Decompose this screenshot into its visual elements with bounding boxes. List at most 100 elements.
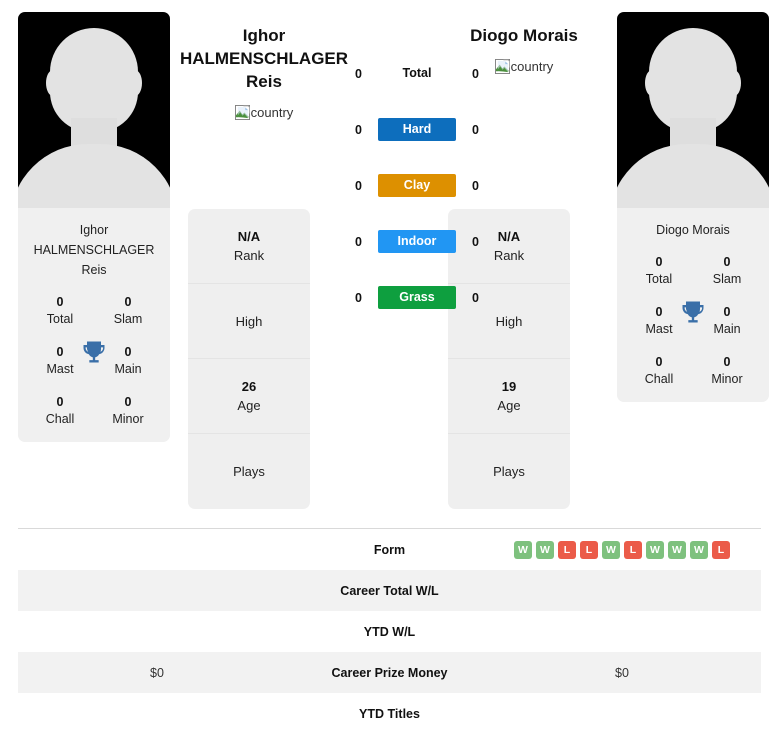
player-card-body-left: Ighor HALMENSCHLAGER Reis 0 Total 0 Slam… <box>18 208 170 442</box>
surface-right-value: 0 <box>472 235 479 249</box>
form-badge-list: WWLLWLWWWL <box>483 540 761 559</box>
row-left-value: $0 <box>150 665 164 680</box>
title-value: 0 <box>124 345 132 359</box>
titles-row: 0 Chall 0 Minor <box>623 354 763 388</box>
form-badge-loss: L <box>624 540 642 559</box>
trophy-icon <box>80 338 108 366</box>
title-stat-total: 0 Total <box>32 294 88 328</box>
stat-label: Rank <box>493 247 525 263</box>
titles-row: 0 Total 0 Slam <box>24 294 164 328</box>
form-badge-win: W <box>536 540 554 559</box>
title-stat-total: 0 Total <box>631 254 687 288</box>
player-comparison-page: Ighor HALMENSCHLAGER Reis 0 Total 0 Slam… <box>0 0 779 739</box>
form-badge-loss: L <box>712 540 730 559</box>
stat-label: Age <box>497 397 521 413</box>
surface-badge-indoor[interactable]: Indoor <box>378 230 456 253</box>
silhouette-head-icon <box>50 28 138 132</box>
title-label: Total <box>46 312 74 326</box>
title-value: 0 <box>56 295 64 309</box>
row-right-value: $0 <box>615 665 629 680</box>
surface-row-indoor: 0 Indoor 0 <box>349 230 485 286</box>
player-card-left[interactable]: Ighor HALMENSCHLAGER Reis 0 Total 0 Slam… <box>18 12 170 442</box>
title-label: Slam <box>113 312 143 326</box>
title-value: 0 <box>723 255 731 269</box>
broken-image-icon <box>234 105 250 120</box>
title-label: Chall <box>45 412 75 426</box>
table-row-ytd-titles: YTD Titles <box>18 693 761 734</box>
surface-badge-grass[interactable]: Grass <box>378 286 456 309</box>
row-label: Career Prize Money <box>331 665 448 680</box>
player-card-name-line: Diogo Morais <box>656 223 730 237</box>
comparison-header: Ighor HALMENSCHLAGER Reis 0 Total 0 Slam… <box>0 0 779 528</box>
row-label: Form <box>373 542 406 557</box>
stat-rank: N/A Rank <box>188 209 310 284</box>
surface-row-total: 0 Total 0 <box>349 62 485 118</box>
surface-right-value: 0 <box>472 179 479 193</box>
surface-row-grass: 0 Grass 0 <box>349 286 485 342</box>
stat-high: High <box>188 284 310 359</box>
form-badge-loss: L <box>580 540 598 559</box>
player-name-line: Reis <box>246 72 282 91</box>
stat-plays: Plays <box>448 434 570 509</box>
title-label: Total <box>645 272 673 286</box>
title-value: 0 <box>723 355 731 369</box>
stat-label: Rank <box>233 247 265 263</box>
row-label: YTD Titles <box>359 706 420 721</box>
row-right-value: WWLLWLWWWL <box>483 540 761 559</box>
title-stat-chall: 0 Chall <box>631 354 687 388</box>
stat-age: 26 Age <box>188 359 310 434</box>
title-stat-chall: 0 Chall <box>32 394 88 428</box>
title-value: 0 <box>655 355 663 369</box>
title-value: 0 <box>56 395 64 409</box>
silhouette-ear-right-icon <box>727 70 741 96</box>
surface-badge-hard[interactable]: Hard <box>378 118 456 141</box>
silhouette-shoulders-icon <box>617 144 769 208</box>
country-flag-alt-text: country <box>250 105 294 120</box>
country-flag-left: country <box>174 93 354 120</box>
title-stat-minor: 0 Minor <box>100 394 156 428</box>
surface-left-value: 0 <box>355 291 362 305</box>
surface-right-value: 0 <box>472 67 479 81</box>
table-row-career-prize-money: $0 Career Prize Money $0 <box>18 652 761 693</box>
surface-badge-total[interactable]: Total <box>378 62 456 85</box>
stat-label: Age <box>237 397 261 413</box>
player-name-line: Diogo Morais <box>470 26 578 45</box>
silhouette-shoulders-icon <box>18 144 170 208</box>
player-card-name-left: Ighor HALMENSCHLAGER Reis <box>24 216 164 282</box>
title-stat-slam: 0 Slam <box>699 254 755 288</box>
titles-grid-left: 0 Total 0 Slam 0 Mast 0 Main 0 Chall 0 M… <box>24 294 164 428</box>
player-card-right[interactable]: Diogo Morais 0 Total 0 Slam 0 Mast 0 Mai… <box>617 12 769 402</box>
table-row-career-total-wl: Career Total W/L <box>18 570 761 611</box>
stat-value: 19 <box>501 378 517 394</box>
form-badge-win: W <box>668 540 686 559</box>
form-badge-win: W <box>514 540 532 559</box>
stat-label: Plays <box>493 464 525 479</box>
form-badge-win: W <box>646 540 664 559</box>
form-badge-win: W <box>690 540 708 559</box>
surface-row-clay: 0 Clay 0 <box>349 174 485 230</box>
surface-right-value: 0 <box>472 291 479 305</box>
player-card-name-line: Ighor <box>79 223 109 237</box>
surface-row-hard: 0 Hard 0 <box>349 118 485 174</box>
titles-grid-right: 0 Total 0 Slam 0 Mast 0 Main 0 Chall 0 M… <box>623 254 763 388</box>
silhouette-ear-right-icon <box>128 70 142 96</box>
surface-left-value: 0 <box>355 179 362 193</box>
titles-row: 0 Total 0 Slam <box>623 254 763 288</box>
surface-left-value: 0 <box>355 67 362 81</box>
title-stat-main: 0 Main <box>100 344 156 378</box>
trophy-icon <box>679 298 707 326</box>
stat-value: 26 <box>241 378 257 394</box>
stat-plays: Plays <box>188 434 310 509</box>
titles-row: 0 Chall 0 Minor <box>24 394 164 428</box>
silhouette-head-icon <box>649 28 737 132</box>
title-value: 0 <box>723 305 731 319</box>
surface-left-value: 0 <box>355 235 362 249</box>
player-photo-right <box>617 12 769 208</box>
row-label: Career Total W/L <box>340 583 439 598</box>
row-label: YTD W/L <box>363 624 416 639</box>
table-row-form: Form WWLLWLWWWL <box>18 529 761 570</box>
stat-label: High <box>235 313 263 329</box>
surface-badge-clay[interactable]: Clay <box>378 174 456 197</box>
country-flag-alt-text: country <box>510 59 554 74</box>
surface-comparison: 0 Total 0 0 Hard 0 0 Clay 0 0 Indoor 0 0 <box>349 62 485 342</box>
